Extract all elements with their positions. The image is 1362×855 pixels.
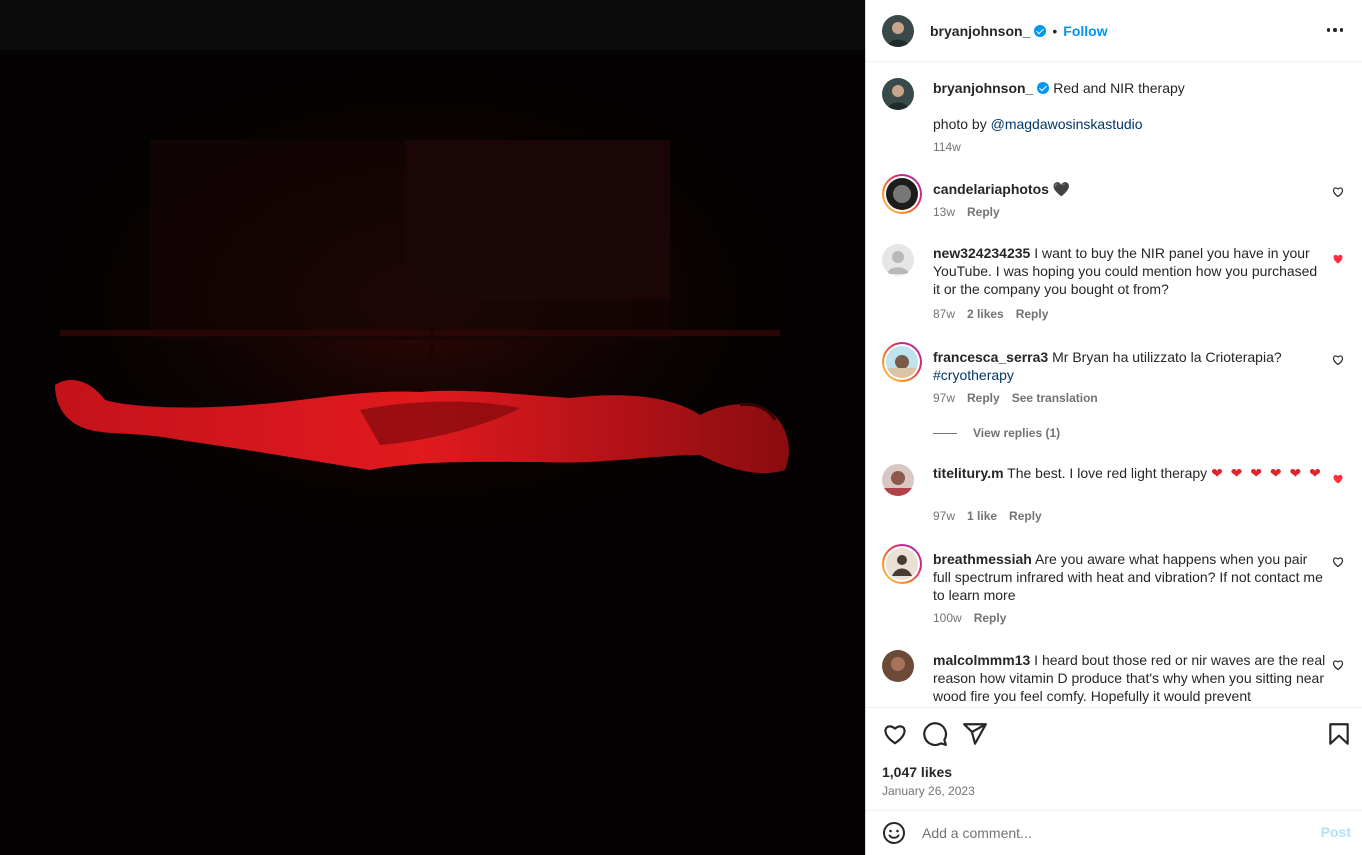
post-date[interactable]: January 26, 2023 [882,784,975,798]
comment-item: titelitury.m The best. I love red light … [882,464,1352,534]
more-options-icon[interactable] [1323,20,1347,40]
comment-item: breathmessiah Are you aware what happens… [882,544,1352,634]
caption-body: Red and NIR therapy [1053,80,1185,96]
comment-username[interactable]: breathmessiah [933,551,1032,567]
author-avatar[interactable] [882,78,914,110]
comment-text: breathmessiah Are you aware what happens… [933,550,1328,604]
comment-username[interactable]: francesca_serra3 [933,349,1048,365]
heart-icon[interactable] [1332,186,1344,198]
post-panel: bryanjohnson_ • Follow bryanjohnson_ Red… [865,0,1362,855]
mention-link[interactable]: @magdawosinskastudio [991,116,1143,132]
caption-username[interactable]: bryanjohnson_ [933,80,1033,96]
comment-text: new324234235 I want to buy the NIR panel… [933,244,1328,298]
view-replies-button[interactable]: View replies (1) [933,426,1072,440]
view-replies-label[interactable]: View replies (1) [973,426,1060,440]
heart-filled-icon[interactable] [1332,253,1344,265]
commenter-avatar[interactable] [882,342,922,382]
comment-meta: 97w Reply See translation [933,391,1110,405]
author-avatar[interactable] [882,14,914,47]
comment-username[interactable]: new324234235 [933,245,1030,261]
comment-time[interactable]: 100w [933,611,962,625]
comment-text: titelitury.m The best. I love red light … [933,464,1328,482]
verified-badge-icon [1034,24,1047,37]
post-comment-button[interactable]: Post [1321,824,1351,840]
comment-input[interactable] [922,825,1302,841]
heart-filled-icon[interactable] [1332,473,1344,485]
red-hearts-emoji: ❤ ❤ ❤ ❤ ❤ ❤ [1211,465,1323,481]
comment-body: The best. I love red light therapy [1007,465,1208,481]
commenter-avatar[interactable] [882,464,914,496]
caption-text: bryanjohnson_ Red and NIR therapy [933,79,1328,97]
comment-username[interactable]: candelariaphotos [933,181,1049,197]
post-photo[interactable] [0,0,865,855]
comment-time[interactable]: 97w [933,391,955,405]
comment-meta: 100w Reply [933,611,1018,625]
caption: bryanjohnson_ Red and NIR therapy photo … [882,78,1352,158]
commenter-avatar[interactable] [882,244,914,276]
bookmark-icon[interactable] [1326,721,1352,747]
comment-text: francesca_serra3 Mr Bryan ha utilizzato … [933,348,1328,384]
follow-button[interactable]: Follow [1063,23,1107,39]
comment-meta: 87w 2 likes Reply [933,307,1060,321]
comment-body: 🖤 [1052,181,1071,197]
comment-time[interactable]: 13w [933,205,955,219]
commenter-avatar[interactable] [882,174,922,214]
comment-item: malcolmmm13 I heard bout those red or ni… [882,650,1352,707]
verified-badge-icon [1037,82,1050,94]
post-header: bryanjohnson_ • Follow [866,0,1362,62]
comment-time[interactable]: 97w [933,509,955,523]
comment-meta: 97w 1 like Reply [933,509,1054,523]
reply-button[interactable]: Reply [967,205,1000,219]
share-icon[interactable] [962,721,988,747]
caption-credit: photo by @magdawosinskastudio [933,115,1328,133]
comment-text: malcolmmm13 I heard bout those red or ni… [933,651,1328,705]
comment-body: Mr Bryan ha utilizzato la Crioterapia? [1052,349,1282,365]
reply-button[interactable]: Reply [967,391,1000,405]
author-username[interactable]: bryanjohnson_ [930,23,1030,39]
likes-count[interactable]: 1,047 likes [882,764,952,780]
reply-button[interactable]: Reply [1009,509,1042,523]
heart-icon[interactable] [1332,354,1344,366]
comment-item: new324234235 I want to buy the NIR panel… [882,244,1352,334]
comment-item: candelariaphotos 🖤 13w Reply [882,174,1352,234]
caption-credit-prefix: photo by [933,116,991,132]
action-bar: 1,047 likes January 26, 2023 [866,709,1362,811]
hashtag-link[interactable]: #cryotherapy [933,367,1014,383]
heart-icon[interactable] [1332,556,1344,568]
comment-username[interactable]: titelitury.m [933,465,1004,481]
commenter-avatar[interactable] [882,650,914,682]
comment-icon[interactable] [922,721,948,747]
caption-meta: 114w [933,140,973,154]
reply-button[interactable]: Reply [1016,307,1049,321]
comment-username[interactable]: malcolmmm13 [933,652,1030,668]
comment-likes[interactable]: 1 like [967,509,997,523]
comment-composer: Post [866,811,1362,855]
separator-dot: • [1052,22,1058,39]
comment-likes[interactable]: 2 likes [967,307,1004,321]
commenter-avatar[interactable] [882,544,922,584]
emoji-icon[interactable] [882,821,906,845]
comment-meta: 13w Reply [933,205,1012,219]
heart-icon[interactable] [1332,659,1344,671]
comment-item: francesca_serra3 Mr Bryan ha utilizzato … [882,342,1352,442]
heart-icon[interactable] [882,721,908,747]
comment-time[interactable]: 87w [933,307,955,321]
comment-text: candelariaphotos 🖤 [933,180,1328,198]
caption-time[interactable]: 114w [933,140,961,154]
see-translation-button[interactable]: See translation [1012,391,1098,405]
comments-list[interactable]: bryanjohnson_ Red and NIR therapy photo … [866,62,1362,708]
reply-button[interactable]: Reply [974,611,1007,625]
view-replies-divider [933,432,957,434]
